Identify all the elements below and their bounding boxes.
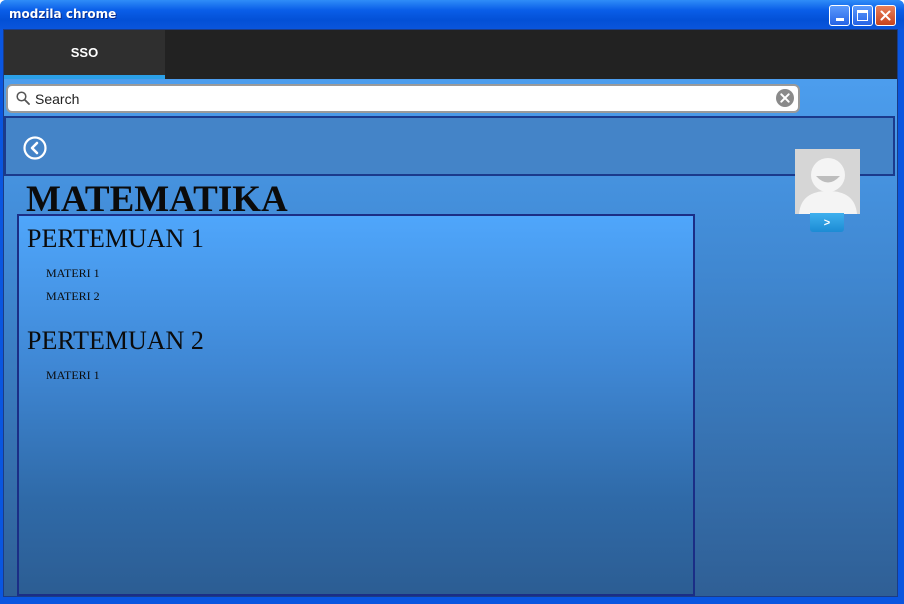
minimize-button[interactable] bbox=[829, 5, 850, 26]
search-icon bbox=[16, 91, 30, 105]
user-avatar-icon bbox=[795, 149, 860, 214]
session-section: PERTEMUAN 1 bbox=[27, 224, 204, 254]
session-section: PERTEMUAN 2 bbox=[27, 326, 204, 356]
close-button[interactable] bbox=[875, 5, 896, 26]
tab-sso[interactable]: SSO bbox=[4, 30, 165, 79]
course-panel: PERTEMUAN 1 MATERI 1 MATERI 2 PERTEMUAN … bbox=[17, 214, 695, 596]
page-content: SSO Search > MATEMATIKA PERTEMUAN 1 MATE… bbox=[3, 29, 898, 597]
avatar-next-label: > bbox=[823, 216, 831, 229]
session-title: PERTEMUAN 2 bbox=[27, 326, 204, 355]
search-input[interactable] bbox=[35, 88, 765, 109]
back-arrow-icon[interactable] bbox=[22, 135, 48, 161]
search-bar bbox=[6, 84, 800, 113]
title-bar[interactable]: modzila chrome bbox=[0, 0, 904, 29]
browser-window: modzila chrome SSO Search > MATEMATIKA P… bbox=[0, 0, 904, 604]
header-band bbox=[4, 116, 895, 176]
maximize-icon bbox=[857, 10, 868, 21]
clear-icon[interactable] bbox=[775, 88, 795, 108]
material-link[interactable]: MATERI 1 bbox=[46, 266, 100, 281]
window-title: modzila chrome bbox=[9, 7, 117, 21]
material-link[interactable]: MATERI 1 bbox=[46, 368, 100, 383]
user-avatar[interactable] bbox=[795, 149, 860, 214]
tab-sso-label: SSO bbox=[70, 45, 99, 60]
close-icon bbox=[880, 10, 891, 21]
session-title: PERTEMUAN 1 bbox=[27, 224, 204, 253]
avatar-next-button[interactable]: > bbox=[810, 213, 844, 232]
nav-bar: SSO bbox=[4, 30, 897, 79]
minimize-icon bbox=[835, 18, 844, 21]
maximize-button[interactable] bbox=[852, 5, 873, 26]
material-link[interactable]: MATERI 2 bbox=[46, 289, 100, 304]
